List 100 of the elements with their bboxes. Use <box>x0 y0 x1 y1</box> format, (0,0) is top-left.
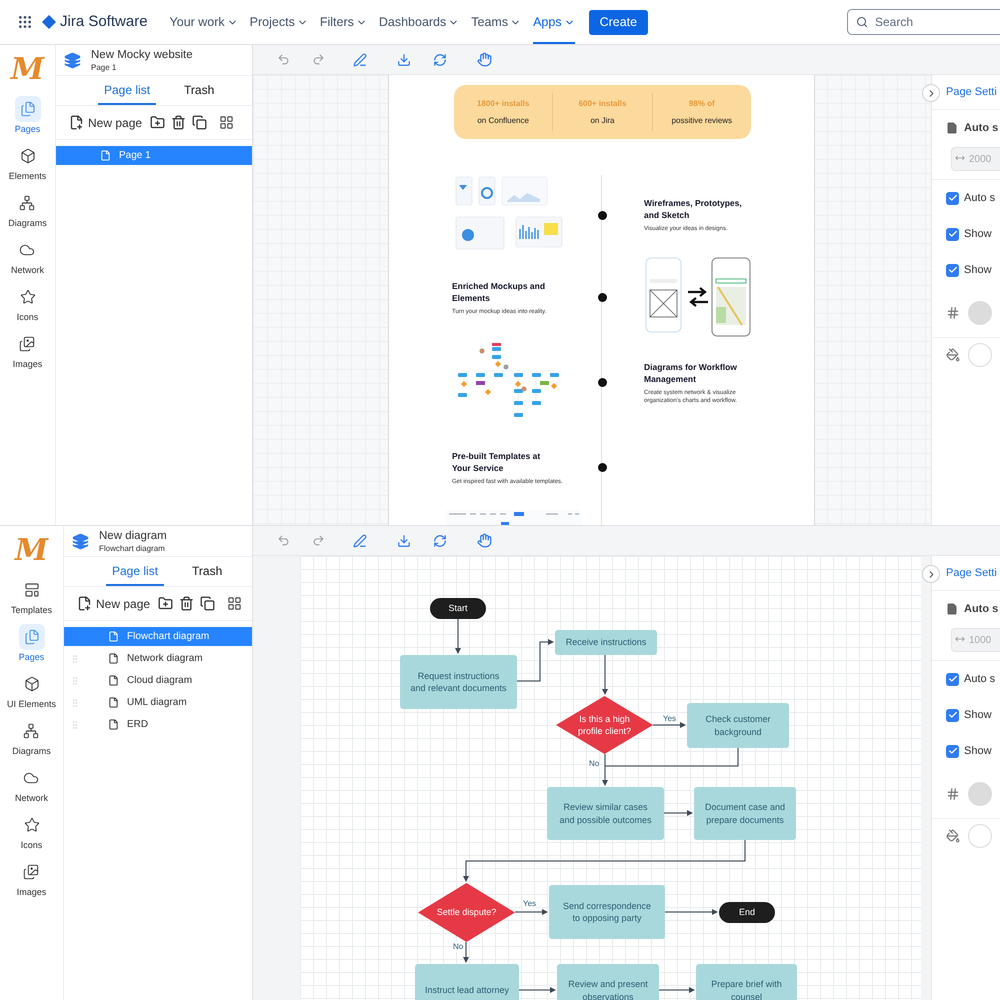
rail-item[interactable]: Network <box>10 234 44 281</box>
collapse-toggle[interactable] <box>922 565 940 583</box>
section-heading: Enriched Mockups and Elements <box>452 280 546 304</box>
folder-plus-icon[interactable] <box>150 115 166 130</box>
page-list-item[interactable]: Network diagram <box>64 649 252 668</box>
checkbox[interactable] <box>946 264 959 276</box>
rail-item[interactable]: Elements <box>8 140 46 187</box>
undo-icon[interactable] <box>277 53 290 66</box>
rail-item[interactable]: Pages <box>18 621 44 668</box>
process-node: Instruct lead attorney <box>415 964 519 1000</box>
rail-item[interactable]: Icons <box>14 281 40 328</box>
process-node: Request instructions and relevant documents <box>400 655 517 709</box>
nav-menu-item[interactable]: Filters <box>320 0 367 44</box>
panel-tab[interactable]: Page list <box>106 558 164 586</box>
rail-item[interactable]: Diagrams <box>12 715 51 762</box>
search-field[interactable]: Search <box>847 9 1000 35</box>
nav-menu-item[interactable]: Projects <box>250 0 308 44</box>
redo-icon[interactable] <box>312 53 325 66</box>
checkbox[interactable] <box>946 192 959 204</box>
drag-handle-icon[interactable] <box>70 676 80 686</box>
nav-menu-item[interactable]: Teams <box>471 0 522 44</box>
hand-icon[interactable] <box>477 533 492 548</box>
grid-view-icon[interactable] <box>219 115 234 130</box>
paint-bucket-icon <box>946 829 960 843</box>
app-switcher-icon[interactable] <box>17 14 33 30</box>
panel-tab[interactable]: Trash <box>186 558 228 586</box>
panel-tab[interactable]: Trash <box>178 77 220 105</box>
page-list-item[interactable]: ERD <box>64 715 252 734</box>
page-list-item[interactable]: UML diagram <box>64 693 252 712</box>
panel-title[interactable]: Page Setti <box>946 564 997 582</box>
nav-menu-item[interactable]: Your work <box>170 0 238 44</box>
stat-value: 98% of <box>688 98 715 110</box>
rail-item[interactable]: Network <box>14 762 48 809</box>
rail-item[interactable]: Images <box>16 856 46 903</box>
color-swatch[interactable] <box>968 782 992 806</box>
grid-icon <box>946 306 960 320</box>
panel-tab[interactable]: Page list <box>98 77 156 105</box>
collapse-toggle[interactable] <box>922 84 940 102</box>
download-icon[interactable] <box>397 534 411 548</box>
rail-item[interactable]: Templates <box>10 574 52 621</box>
stat-caption: on Confluence <box>477 114 529 126</box>
rail-item[interactable]: Pages <box>14 93 40 140</box>
edge-label: Yes <box>523 899 536 909</box>
hand-icon[interactable] <box>477 52 492 67</box>
new-page-button[interactable]: New page <box>69 114 142 132</box>
download-icon[interactable] <box>397 52 411 66</box>
create-button[interactable]: Create <box>588 10 648 34</box>
paint-bucket-icon <box>946 348 960 362</box>
folder-plus-icon[interactable] <box>158 596 174 611</box>
nav-menu-item[interactable]: Dashboards <box>378 0 460 44</box>
file-icon <box>946 603 958 616</box>
grid-view-icon[interactable] <box>227 596 242 611</box>
file-icon <box>108 697 119 708</box>
pencil-icon[interactable] <box>353 52 367 66</box>
setting-label: Auto s <box>964 602 998 617</box>
rail-item[interactable]: UI Elements <box>6 668 56 715</box>
refresh-icon[interactable] <box>433 52 447 66</box>
refresh-icon[interactable] <box>433 534 447 548</box>
rail-item[interactable]: Icons <box>18 809 44 856</box>
terminal-node: End <box>719 902 775 923</box>
file-plus-icon <box>69 115 84 130</box>
drag-handle-icon[interactable] <box>70 720 80 730</box>
connector-arrow <box>658 987 695 993</box>
files-icon <box>14 96 40 122</box>
panel-title[interactable]: Page Setti <box>946 84 997 100</box>
new-page-button[interactable]: New page <box>77 594 150 612</box>
checkbox[interactable] <box>946 708 959 722</box>
checkbox[interactable] <box>946 744 959 758</box>
rail-item[interactable]: Images <box>12 328 42 375</box>
diamond-logo-icon <box>42 15 56 29</box>
page-list-item[interactable]: Page 1 <box>56 146 252 165</box>
checkbox[interactable] <box>946 672 959 686</box>
file-icon <box>108 653 119 664</box>
copy-icon[interactable] <box>192 115 208 130</box>
page-list-item[interactable]: Cloud diagram <box>64 671 252 690</box>
trash-icon[interactable] <box>179 596 194 611</box>
checkbox-label: Auto s <box>964 190 996 206</box>
edge-label: No <box>589 759 600 769</box>
process-node: Check customer background <box>687 703 789 748</box>
copy-icon[interactable] <box>200 596 216 611</box>
pencil-icon[interactable] <box>353 534 367 548</box>
checkbox[interactable] <box>946 228 959 240</box>
trash-icon[interactable] <box>171 115 186 130</box>
rail-item[interactable]: Diagrams <box>8 187 47 234</box>
page-list-item[interactable]: Flowchart diagram <box>64 627 252 646</box>
process-node: Send correspondence to opposing party <box>549 885 665 939</box>
search-icon <box>856 16 868 28</box>
drag-handle-icon[interactable] <box>70 698 80 708</box>
color-swatch[interactable] <box>968 343 992 367</box>
connector-arrow <box>664 909 718 915</box>
connector-arrow <box>514 909 548 915</box>
project-title: New Mocky website <box>91 48 193 62</box>
color-swatch[interactable] <box>968 824 992 848</box>
stat-caption: on Jira <box>590 114 614 126</box>
project-title: New diagram <box>99 528 167 542</box>
connector-arrow <box>602 654 608 695</box>
undo-icon[interactable] <box>277 534 290 547</box>
color-swatch[interactable] <box>968 300 992 324</box>
drag-handle-icon[interactable] <box>70 654 80 664</box>
redo-icon[interactable] <box>312 534 325 547</box>
